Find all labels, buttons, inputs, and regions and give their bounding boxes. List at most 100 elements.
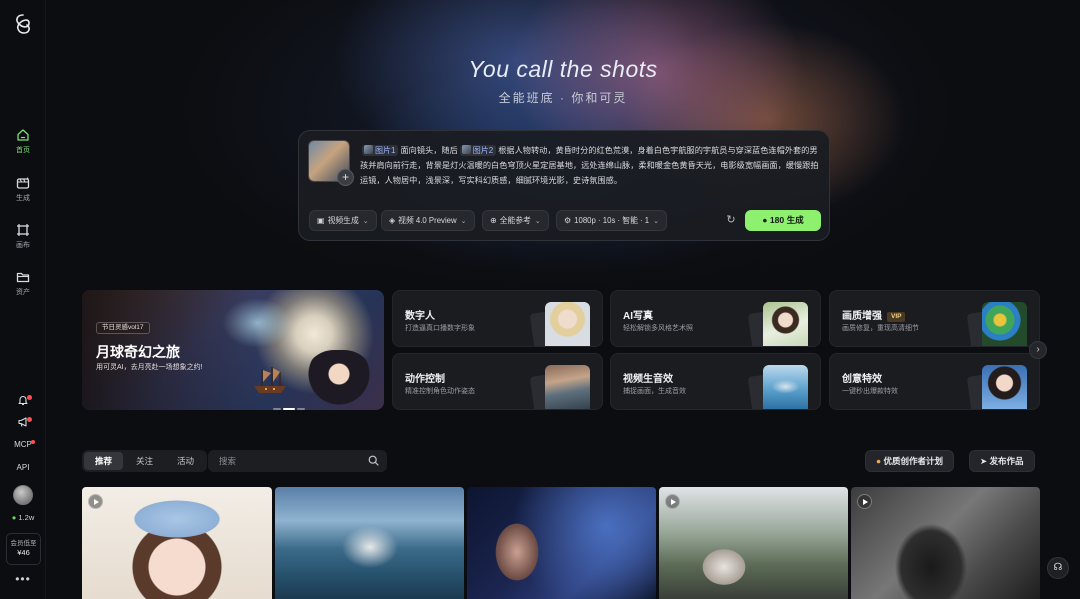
mode-dropdown[interactable]: ▣ 视频生成 ⌄: [309, 210, 377, 231]
feature-thumbnail: [545, 365, 590, 409]
member-label: 会员低至: [10, 540, 37, 547]
generate-cost: 180: [769, 215, 785, 225]
tab-recommended[interactable]: 推荐: [84, 452, 124, 470]
add-reference-button[interactable]: +: [337, 169, 354, 186]
gallery-item[interactable]: [467, 487, 656, 599]
feature-thumbnail: [763, 302, 808, 346]
play-icon[interactable]: [665, 494, 680, 509]
model-dropdown[interactable]: ◈ 视频 4.0 Preview ⌄: [381, 210, 475, 231]
feature-card-digital-human[interactable]: 数字人 打造逼真口播数字形象: [392, 290, 603, 347]
search-icon[interactable]: [368, 455, 379, 466]
mcp-link[interactable]: MCP: [0, 440, 46, 449]
headset-icon: ☊: [1053, 562, 1063, 573]
refresh-icon: ↻: [726, 214, 736, 226]
hero-subtitle: 全能班底 · 你和可灵: [498, 91, 628, 105]
avatar[interactable]: [13, 485, 33, 505]
prompt-box: + 图片1 面向镜头，随后 图片2 根据人物转动，黄昏时分的红色荒漠，身着白色宇航服的…: [298, 130, 830, 241]
settings-dropdown[interactable]: ⚙ 1080p · 10s · 智能 · 1 ⌄: [556, 210, 668, 231]
feed-tabs: 推荐 关注 活动: [82, 450, 208, 472]
feature-thumbnail: [982, 365, 1027, 409]
banner-title: 月球奇幻之旅: [96, 344, 180, 360]
featured-banner[interactable]: 节日灵感vol17 月球奇幻之旅 用可灵AI，去月亮赴一场想象之约!: [82, 290, 384, 410]
sliders-icon: ⚙: [564, 216, 572, 225]
chevron-down-icon: ⌄: [653, 218, 660, 225]
notification-button[interactable]: [0, 394, 46, 408]
sidebar-item-generate[interactable]: 生成: [0, 176, 46, 203]
feature-title: 创意特效: [842, 374, 882, 385]
sidebar-item-canvas[interactable]: 画布: [0, 223, 46, 250]
play-icon[interactable]: [88, 494, 103, 509]
membership-button[interactable]: 会员低至 ¥46: [6, 533, 41, 565]
reference-dropdown[interactable]: ⊕ 全能参考 ⌄: [482, 210, 549, 231]
video-mode-icon: ▣: [317, 216, 325, 225]
settings-value: 1080p · 10s · 智能 · 1: [574, 216, 650, 225]
play-icon[interactable]: [857, 494, 872, 509]
feature-title: 数字人: [405, 311, 435, 322]
feature-subtitle: 一键秒出爆款特效: [842, 388, 898, 395]
send-icon: ➤: [980, 456, 988, 466]
sidebar-item-home[interactable]: 首页: [0, 128, 46, 155]
carousel-next-button[interactable]: ›: [1029, 341, 1047, 359]
generate-label: 生成: [786, 215, 804, 225]
feature-card-video-audio[interactable]: 视频生音效 捕捉画面，生成音效: [610, 353, 821, 410]
credit-value: 1.2w: [18, 513, 35, 522]
chevron-down-icon: ⌄: [534, 218, 541, 225]
folder-icon: [16, 272, 30, 283]
tab-events[interactable]: 活动: [166, 452, 205, 470]
reference-icon: ⊕: [490, 216, 497, 225]
feature-thumbnail: [982, 302, 1027, 346]
model-icon: ◈: [389, 216, 396, 225]
search-input[interactable]: [219, 453, 359, 469]
generate-button[interactable]: ● 180 生成: [745, 210, 821, 231]
gallery-item[interactable]: [275, 487, 464, 599]
reference-chip-2[interactable]: 图片2: [459, 145, 497, 156]
feature-title-text: 画质增强: [842, 311, 882, 322]
gallery-item[interactable]: [82, 487, 272, 599]
feature-title: 动作控制: [405, 374, 445, 385]
credit-icon: ●: [762, 215, 768, 225]
credit-balance[interactable]: ● 1.2w: [0, 513, 46, 522]
reference-value: 全能参考: [499, 216, 531, 225]
refresh-button[interactable]: ↻: [724, 213, 738, 227]
announcement-button[interactable]: [0, 416, 46, 430]
credit-icon: ●: [11, 513, 17, 522]
member-price: ¥46: [17, 548, 30, 558]
prompt-input[interactable]: 图片1 面向镜头，随后 图片2 根据人物转动，黄昏时分的红色荒漠，身着白色宇航服的宇航…: [360, 143, 820, 188]
prompt-text-segment: 面向镜头，随后: [400, 146, 458, 155]
tab-following[interactable]: 关注: [125, 452, 164, 470]
reference-chip-1[interactable]: 图片1: [362, 145, 399, 156]
feature-title: 画质增强 VIP: [842, 307, 906, 322]
feature-thumbnail: [763, 365, 808, 409]
publish-label: 发布作品: [989, 456, 1024, 466]
carousel-indicator[interactable]: [273, 397, 307, 410]
feature-subtitle: 精准控制角色动作姿态: [405, 388, 475, 395]
banner-tag: 节日灵感vol17: [96, 322, 150, 334]
feature-thumbnail: [545, 302, 590, 346]
app-logo-icon[interactable]: [13, 13, 33, 35]
gallery-item[interactable]: [659, 487, 848, 599]
notification-dot: [27, 395, 32, 400]
sidebar-item-label: 画布: [16, 242, 30, 249]
canvas-icon: [17, 224, 29, 236]
support-button[interactable]: ☊: [1047, 557, 1069, 579]
publish-button[interactable]: ➤ 发布作品: [969, 450, 1035, 472]
feature-card-motion-control[interactable]: 动作控制 精准控制角色动作姿态: [392, 353, 603, 410]
image-icon: [364, 145, 373, 154]
image-icon: [461, 145, 471, 154]
generate-icon: [16, 176, 30, 189]
sidebar: 首页 生成 画布 资产 MCP API ● 1.2w 会员低至 ¥46 •••: [0, 0, 46, 599]
mode-value: 视频生成: [327, 216, 359, 225]
feature-card-creative-effects[interactable]: 创意特效 一键秒出爆款特效: [829, 353, 1040, 410]
api-link[interactable]: API: [0, 463, 46, 472]
feature-card-ai-portrait[interactable]: AI写真 轻松解锁多风格艺术照: [610, 290, 821, 347]
more-button[interactable]: •••: [0, 572, 46, 586]
hero-title: You call the shots: [468, 56, 658, 82]
feature-subtitle: 轻松解锁多风格艺术照: [623, 325, 693, 332]
sidebar-item-assets[interactable]: 资产: [0, 270, 46, 297]
feature-subtitle: 画质修复，重现高清细节: [842, 325, 919, 332]
feature-title: 视频生音效: [623, 374, 673, 385]
gallery-item[interactable]: [851, 487, 1040, 599]
creator-plan-button[interactable]: ● 优质创作者计划: [865, 450, 955, 472]
feature-card-enhance[interactable]: 画质增强 VIP 画质修复，重现高清细节: [829, 290, 1040, 347]
medal-icon: ●: [876, 456, 882, 466]
